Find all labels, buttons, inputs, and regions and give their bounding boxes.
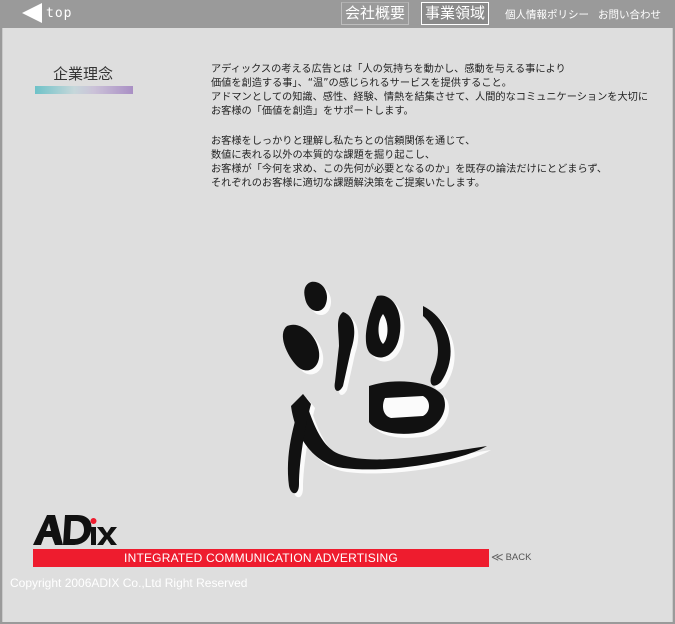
section-title-underline [35, 86, 133, 94]
top-link[interactable]: top [22, 3, 72, 23]
adix-logo [33, 513, 119, 551]
paragraph-line: アディックスの考える広告とは「人の気持ちを動かし、感動を与える事により [211, 64, 566, 75]
top-link-label: top [46, 5, 73, 21]
paragraph-line: お客様の「価値を創造」をサポートします。 [211, 106, 414, 117]
paragraph-line: アドマンとしての知識、感性、経験、情熱を結集させて、人間的なコミュニケーションを… [211, 92, 649, 103]
calligraphy-on-icon [273, 276, 503, 502]
section-title: 企業理念 [53, 65, 114, 83]
back-arrow-icon [22, 3, 42, 23]
paragraph-line: お客様が「今何を求め、この先何が必要となるのか」を既存の論法だけにとどまらず、 [211, 164, 608, 175]
content-panel: 企業理念 アディックスの考える広告とは「人の気持ちを動かし、感動を与える事により… [2, 28, 673, 622]
copyright-text: Copyright 2006ADIX Co.,Ltd Right Reserve… [10, 576, 248, 590]
philosophy-paragraph-2: お客様をしっかりと理解し私たちとの信頼関係を通じて、 数値に表れる以外の本質的な… [211, 135, 675, 191]
nav-business-domain[interactable]: 事業領域 [421, 2, 490, 25]
back-button[interactable]: ≪ BACK [491, 550, 531, 564]
nav-privacy-policy[interactable]: 個人情報ポリシー [505, 7, 589, 22]
paragraph-line: お客様をしっかりと理解し私たちとの信頼関係を通じて、 [211, 136, 476, 147]
nav-company-profile[interactable]: 会社概要 [341, 2, 410, 25]
paragraph-line: 価値を創造する事」、“温”の感じられるサービスを提供すること。 [211, 78, 512, 89]
top-navigation-bar: top 会社概要 事業領域 個人情報ポリシー お問い合わせ [0, 0, 675, 26]
back-label: BACK [505, 551, 532, 563]
chevron-left-icon: ≪ [491, 550, 504, 564]
paragraph-line: それぞれのお客様に適切な課題解決策をご提案いたします。 [211, 178, 486, 189]
philosophy-paragraph-1: アディックスの考える広告とは「人の気持ちを動かし、感動を与える事により 価値を創… [211, 63, 675, 119]
tagline-band: INTEGRATED COMMUNICATION ADVERTISING [33, 549, 489, 567]
nav-contact[interactable]: お問い合わせ [598, 7, 661, 22]
paragraph-line: 数値に表れる以外の本質的な課題を掘り起こし、 [211, 150, 436, 161]
